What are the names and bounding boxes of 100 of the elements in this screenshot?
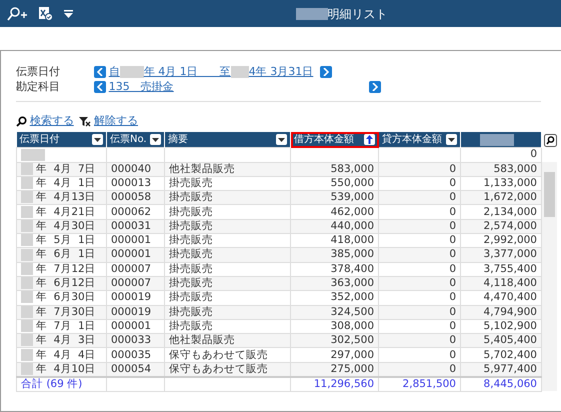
column-header[interactable]: 摘要 [164,132,290,148]
summary-cell: 掛売販売 [164,276,290,291]
dropdown-icon[interactable] [150,134,161,146]
debit-cell: 462,000 [290,204,378,220]
filter-label: 勘定科目 [16,78,61,95]
balance-cell: 583,000 [460,162,542,176]
balance-cell: 3,377,000 [460,248,542,262]
redacted-block [296,8,328,20]
search-link[interactable]: 検索する [30,113,74,130]
debit-cell: 583,000 [290,162,378,176]
summary-cell: 他社製品販売 [164,162,290,176]
summary-cell: 掛売販売 [164,262,290,276]
date-cell: 年 6月12日 [36,277,96,290]
balance-cell: 4,118,400 [460,276,542,291]
balance-cell: 1,672,000 [460,190,542,205]
debit-cell: 440,000 [290,219,378,234]
debit-cell: 324,500 [290,305,378,320]
date-cell: 年 4月21日 [36,206,96,218]
voucher-number-cell: 000062 [106,204,164,220]
date-cell: 年 4月10日 [36,362,96,375]
summary-cell: 保守もあわせて販売 [164,348,290,362]
date-range-link[interactable]: 自 年 4月 1日 至 4年 3月31日 [108,64,314,80]
summary-cell: 他社製品販売 [164,334,290,348]
credit-cell: 0 [378,219,460,234]
date-cell: 年 4月 1日 [36,176,96,189]
summary-cell: 掛売販売 [164,190,290,205]
credit-cell: 0 [378,334,460,348]
sort-arrow-icon[interactable] [364,134,375,146]
summary-cell: 掛売販売 [164,204,290,220]
debit-cell: 302,500 [290,334,378,348]
clear-link[interactable]: 解除する [94,113,138,130]
previous-button[interactable] [94,81,106,93]
balance-cell: 4,470,400 [460,290,542,306]
voucher-number-cell: 000007 [106,262,164,276]
dropdown-icon[interactable] [92,134,103,146]
column-header[interactable]: 伝票日付 [16,132,106,148]
search-icon[interactable] [544,134,557,147]
dropdown-icon[interactable] [276,134,287,146]
voucher-number-cell: 000033 [106,334,164,348]
balance-cell: 5,405,400 [460,334,542,348]
date-cell: 年 4月 4日 [36,348,96,361]
zoom-in-icon[interactable] [6,6,28,20]
balance-cell: 5,702,400 [460,348,542,362]
column-header[interactable] [460,132,542,148]
date-cell: 年 6月30日 [36,291,96,304]
voucher-number-cell: 000040 [106,162,164,176]
total-cell: 2,851,500 [378,376,460,392]
date-cell: 年 4月30日 [36,220,96,232]
date-cell: 年 4月 3日 [36,334,96,346]
balance-cell: 3,755,400 [460,262,542,276]
total-cell: 8,445,060 [460,376,542,392]
dropdown-icon[interactable] [64,10,72,18]
credit-cell: 0 [378,204,460,220]
credit-cell: 0 [378,290,460,306]
voucher-number-cell: 000058 [106,190,164,205]
total-cell: 11,296,560 [290,376,378,392]
date-cell: 年 7月30日 [36,306,96,318]
dropdown-icon[interactable] [446,134,457,146]
spreadsheet-export-icon[interactable] [38,6,52,21]
credit-cell: 0 [378,190,460,205]
voucher-number-cell: 000035 [106,348,164,362]
credit-cell: 0 [378,348,460,362]
summary-cell: 掛売販売 [164,248,290,262]
debit-cell: 297,000 [290,348,378,362]
voucher-number-cell: 000001 [106,248,164,262]
summary-cell: 掛売販売 [164,305,290,320]
voucher-number-cell: 000019 [106,305,164,320]
summary-cell: 掛売販売 [164,290,290,306]
credit-cell: 0 [378,262,460,276]
debit-cell: 378,400 [290,262,378,276]
previous-button[interactable] [94,66,106,78]
credit-cell: 0 [378,162,460,176]
debit-cell: 539,000 [290,190,378,205]
column-header[interactable]: 借方本体金額 [290,132,378,148]
balance-cell: 2,574,000 [460,219,542,234]
credit-cell: 0 [378,276,460,291]
balance-cell: 2,134,000 [460,204,542,220]
next-button[interactable] [320,66,332,78]
date-cell: 年 7月 1日 [36,320,96,332]
debit-cell: 352,000 [290,290,378,306]
voucher-number-cell: 000019 [106,290,164,306]
date-cell: 年 4月 7日 [36,162,96,175]
scrollbar[interactable] [542,162,557,392]
column-header[interactable]: 貸方本体金額 [378,132,460,148]
debit-cell: 385,000 [290,248,378,262]
column-header[interactable]: 伝票No. [106,132,164,148]
filter-clear-icon [79,116,92,127]
date-cell: 年 5月 1日 [36,234,96,246]
redacted-block [480,134,514,146]
search-icon [16,116,27,127]
credit-cell: 0 [378,305,460,320]
filter-label: 伝票日付 [16,64,61,80]
total-label: 合計 (69 件) [16,376,106,392]
date-cell: 年 6月 1日 [36,248,96,260]
voucher-number-cell: 000031 [106,219,164,234]
next-button[interactable] [368,81,381,93]
voucher-number-cell: 000007 [106,276,164,291]
window-title: 明細リスト [328,6,388,22]
debit-cell: 363,000 [290,276,378,291]
account-link[interactable]: 135 売掛金 [108,78,174,96]
